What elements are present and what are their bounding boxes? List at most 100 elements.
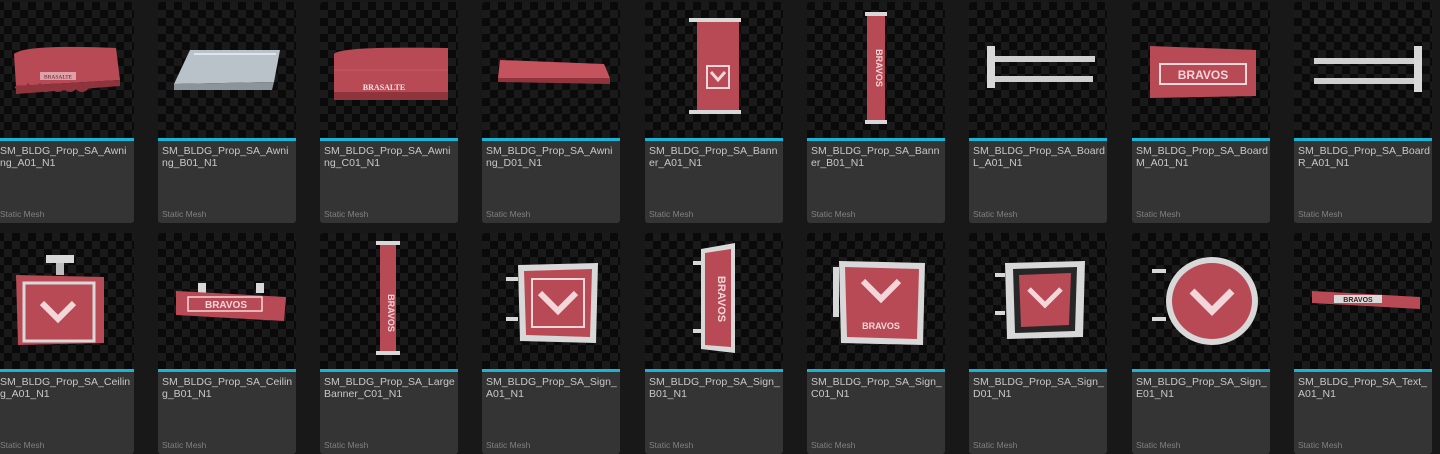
asset-tile[interactable]: SM_BLDG_Prop_SA_Sign_E01_N1 Static Mesh bbox=[1132, 233, 1270, 454]
asset-thumbnail bbox=[0, 233, 134, 369]
asset-type: Static Mesh bbox=[1298, 209, 1343, 219]
asset-name: SM_BLDG_Prop_SA_Ceiling_B01_N1 bbox=[162, 376, 293, 400]
asset-tile[interactable]: SM_BLDG_Prop_SA_Banner_A01_N1 Static Mes… bbox=[645, 2, 783, 223]
asset-type: Static Mesh bbox=[811, 209, 856, 219]
asset-tile[interactable]: BRASALTE SM_BLDG_Prop_SA_Awning_C01_N1 S… bbox=[320, 2, 458, 223]
sign-framed-icon bbox=[995, 261, 1085, 339]
banner-vertical-icon: BRAVOS bbox=[865, 12, 887, 124]
svg-text:BRAVOS: BRAVOS bbox=[715, 276, 727, 322]
asset-tile[interactable]: BRAVOS SM_BLDG_Prop_SA_Sign_B01_N1 Stati… bbox=[645, 233, 783, 454]
accent-bar bbox=[482, 138, 620, 141]
asset-name: SM_BLDG_Prop_SA_Sign_C01_N1 bbox=[811, 376, 942, 400]
asset-tile[interactable]: SM_BLDG_Prop_SA_Sign_D01_N1 Static Mesh bbox=[969, 233, 1107, 454]
accent-bar bbox=[320, 138, 458, 141]
accent-bar bbox=[0, 369, 134, 372]
svg-text:BRASALTE: BRASALTE bbox=[44, 75, 73, 81]
accent-bar bbox=[969, 138, 1107, 141]
large-banner-icon: BRAVOS bbox=[376, 241, 400, 355]
asset-name: SM_BLDG_Prop_SA_Sign_D01_N1 bbox=[973, 376, 1104, 400]
asset-thumbnail bbox=[969, 2, 1107, 138]
asset-thumbnail bbox=[1132, 233, 1270, 369]
asset-tile[interactable]: BRAVOS SM_BLDG_Prop_SA_LargeBanner_C01_N… bbox=[320, 233, 458, 454]
asset-type: Static Mesh bbox=[324, 209, 369, 219]
svg-text:BRAVOS: BRAVOS bbox=[1178, 68, 1228, 82]
asset-thumbnail bbox=[158, 2, 296, 138]
asset-thumbnail bbox=[1294, 2, 1432, 138]
sign-text-strip-icon: BRAVOS bbox=[1312, 291, 1420, 309]
sign-bravos-square-icon: BRAVOS bbox=[833, 261, 925, 345]
asset-thumbnail: BRAVOS bbox=[1132, 2, 1270, 138]
asset-type: Static Mesh bbox=[1298, 440, 1343, 450]
asset-type: Static Mesh bbox=[649, 440, 694, 450]
asset-type: Static Mesh bbox=[1136, 209, 1181, 219]
accent-bar bbox=[1132, 369, 1270, 372]
asset-tile[interactable]: BRAVOS SM_BLDG_Prop_SA_BoardM_A01_N1 Sta… bbox=[1132, 2, 1270, 223]
ceiling-sign-icon bbox=[16, 255, 104, 345]
asset-type: Static Mesh bbox=[162, 440, 207, 450]
asset-thumbnail: BRAVOS bbox=[320, 233, 458, 369]
board-right-bracket-icon bbox=[1314, 46, 1422, 92]
asset-tile[interactable]: SM_BLDG_Prop_SA_BoardL_A01_N1 Static Mes… bbox=[969, 2, 1107, 223]
accent-bar bbox=[969, 369, 1107, 372]
accent-bar bbox=[158, 369, 296, 372]
asset-thumbnail bbox=[969, 233, 1107, 369]
asset-tile[interactable]: BRASALTE SM_BLDG_Prop_SA_Awning_A01_N1 S… bbox=[0, 2, 134, 223]
asset-type: Static Mesh bbox=[0, 209, 45, 219]
accent-bar bbox=[1294, 138, 1432, 141]
asset-name: SM_BLDG_Prop_SA_BoardL_A01_N1 bbox=[973, 145, 1105, 169]
awning-flat-icon bbox=[498, 60, 610, 84]
asset-type: Static Mesh bbox=[973, 440, 1018, 450]
asset-thumbnail: BRASALTE bbox=[0, 2, 134, 138]
asset-type: Static Mesh bbox=[811, 440, 856, 450]
asset-name: SM_BLDG_Prop_SA_Ceiling_A01_N1 bbox=[0, 376, 131, 400]
asset-type: Static Mesh bbox=[1136, 440, 1181, 450]
svg-text:BRASALTE: BRASALTE bbox=[363, 83, 405, 92]
awning-brasalte-icon: BRASALTE bbox=[334, 47, 448, 100]
board-left-bracket-icon bbox=[987, 46, 1095, 88]
asset-name: SM_BLDG_Prop_SA_BoardR_A01_N1 bbox=[1298, 145, 1430, 169]
asset-tile[interactable]: SM_BLDG_Prop_SA_Awning_B01_N1 Static Mes… bbox=[158, 2, 296, 223]
asset-name: SM_BLDG_Prop_SA_Text_A01_N1 bbox=[1298, 376, 1427, 400]
asset-thumbnail: BRASALTE bbox=[320, 2, 458, 138]
asset-type: Static Mesh bbox=[973, 209, 1018, 219]
accent-bar bbox=[158, 138, 296, 141]
asset-type: Static Mesh bbox=[486, 440, 531, 450]
svg-text:BRAVOS: BRAVOS bbox=[1343, 297, 1373, 304]
asset-tile[interactable]: BRAVOS SM_BLDG_Prop_SA_Sign_C01_N1 Stati… bbox=[807, 233, 945, 454]
asset-tile[interactable]: BRAVOS SM_BLDG_Prop_SA_Banner_B01_N1 Sta… bbox=[807, 2, 945, 223]
asset-name: SM_BLDG_Prop_SA_Awning_D01_N1 bbox=[486, 145, 613, 169]
accent-bar bbox=[0, 138, 134, 141]
asset-thumbnail bbox=[645, 2, 783, 138]
asset-tile[interactable]: BRAVOS SM_BLDG_Prop_SA_Ceiling_B01_N1 St… bbox=[158, 233, 296, 454]
asset-type: Static Mesh bbox=[162, 209, 207, 219]
sign-square-icon bbox=[506, 263, 598, 343]
asset-tile[interactable]: SM_BLDG_Prop_SA_Ceiling_A01_N1 Static Me… bbox=[0, 233, 134, 454]
accent-bar bbox=[482, 369, 620, 372]
asset-name: SM_BLDG_Prop_SA_Awning_B01_N1 bbox=[162, 145, 289, 169]
asset-name: SM_BLDG_Prop_SA_Awning_C01_N1 bbox=[324, 145, 451, 169]
asset-name: SM_BLDG_Prop_SA_Awning_A01_N1 bbox=[0, 145, 127, 169]
svg-text:BRAVOS: BRAVOS bbox=[205, 300, 247, 311]
accent-bar bbox=[1132, 138, 1270, 141]
asset-tile[interactable]: SM_BLDG_Prop_SA_Sign_A01_N1 Static Mesh bbox=[482, 233, 620, 454]
asset-name: SM_BLDG_Prop_SA_Banner_B01_N1 bbox=[811, 145, 940, 169]
asset-thumbnail: BRAVOS bbox=[807, 2, 945, 138]
ceiling-bravos-icon: BRAVOS bbox=[176, 283, 286, 321]
asset-thumbnail bbox=[482, 2, 620, 138]
asset-thumbnail: BRAVOS bbox=[645, 233, 783, 369]
svg-text:BRAVOS: BRAVOS bbox=[874, 49, 884, 87]
asset-thumbnail: BRAVOS bbox=[807, 233, 945, 369]
asset-name: SM_BLDG_Prop_SA_LargeBanner_C01_N1 bbox=[324, 376, 455, 400]
asset-tile[interactable]: BRAVOS SM_BLDG_Prop_SA_Text_A01_N1 Stati… bbox=[1294, 233, 1432, 454]
accent-bar bbox=[645, 138, 783, 141]
accent-bar bbox=[320, 369, 458, 372]
asset-type: Static Mesh bbox=[324, 440, 369, 450]
asset-name: SM_BLDG_Prop_SA_Sign_B01_N1 bbox=[649, 376, 780, 400]
accent-bar bbox=[1294, 369, 1432, 372]
asset-grid: BRASALTE SM_BLDG_Prop_SA_Awning_A01_N1 S… bbox=[0, 0, 1440, 454]
asset-tile[interactable]: SM_BLDG_Prop_SA_BoardR_A01_N1 Static Mes… bbox=[1294, 2, 1432, 223]
asset-thumbnail: BRAVOS bbox=[1294, 233, 1432, 369]
asset-tile[interactable]: SM_BLDG_Prop_SA_Awning_D01_N1 Static Mes… bbox=[482, 2, 620, 223]
accent-bar bbox=[807, 138, 945, 141]
svg-text:BRAVOS: BRAVOS bbox=[862, 321, 900, 331]
